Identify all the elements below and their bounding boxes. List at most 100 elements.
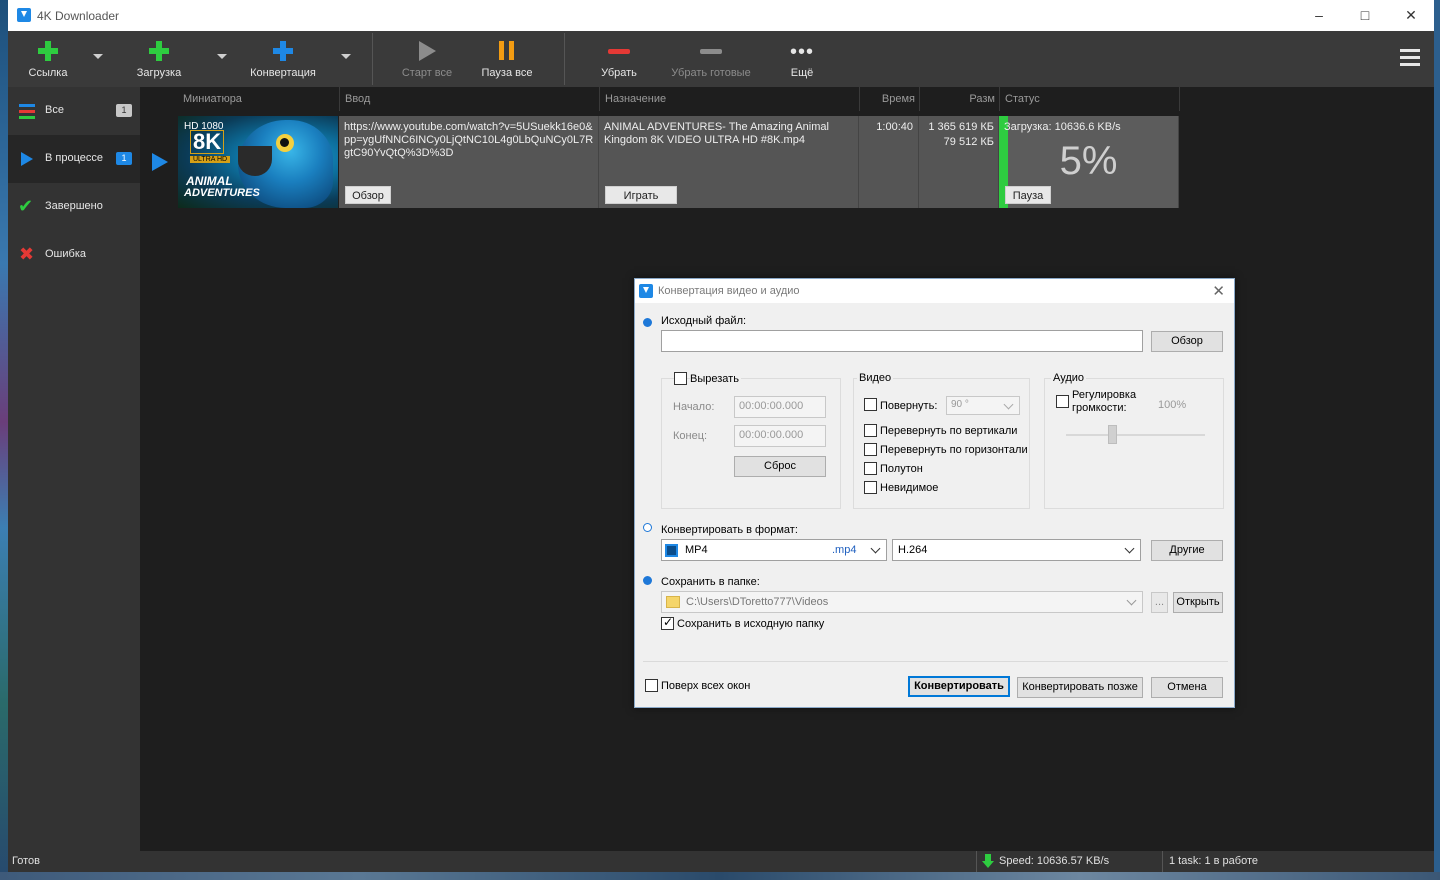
source-file-input[interactable] bbox=[661, 330, 1143, 352]
toolbar-divider bbox=[564, 33, 565, 85]
input-cell: https://www.youtube.com/watch?v=5USuekk1… bbox=[339, 116, 599, 208]
duration: 1:00:40 bbox=[876, 121, 913, 133]
sidebar-item-in-progress[interactable]: В процессе 1 bbox=[8, 135, 140, 183]
chevron-down-icon bbox=[1124, 543, 1135, 554]
codec-select[interactable]: H.264 bbox=[892, 539, 1141, 561]
more-dots-icon: ••• bbox=[790, 41, 815, 63]
volume-slider-handle[interactable] bbox=[1108, 425, 1117, 444]
more-label: Ещё bbox=[790, 67, 814, 79]
always-on-top-checkbox[interactable] bbox=[645, 679, 658, 692]
maximize-button[interactable]: □ bbox=[1342, 0, 1388, 31]
column-header-destination[interactable]: Назначение bbox=[600, 87, 860, 111]
download-arrow-icon bbox=[982, 854, 994, 868]
sidebar-item-label: Ошибка bbox=[45, 248, 86, 260]
other-formats-button[interactable]: Другие bbox=[1151, 540, 1223, 561]
remove-button[interactable]: Убрать bbox=[590, 31, 648, 87]
convert-later-button[interactable]: Конвертировать позже bbox=[1017, 677, 1143, 698]
open-folder-button[interactable]: Открыть bbox=[1173, 592, 1223, 613]
save-folder-select[interactable]: C:\Users\DToretto777\Videos bbox=[661, 591, 1143, 613]
halftone-checkbox[interactable] bbox=[864, 462, 877, 475]
source-radio[interactable] bbox=[643, 318, 652, 327]
hamburger-menu-icon[interactable] bbox=[1400, 49, 1420, 67]
convert-button[interactable]: Конвертация bbox=[244, 31, 322, 87]
source-browse-button[interactable]: Обзор bbox=[1151, 331, 1223, 352]
film-icon bbox=[665, 544, 678, 557]
start-all-button[interactable]: Старт все bbox=[394, 31, 460, 87]
sidebar-item-label: В процессе bbox=[45, 152, 103, 164]
play-icon bbox=[21, 152, 33, 166]
rotate-checkbox[interactable] bbox=[864, 398, 877, 411]
cut-checkbox[interactable] bbox=[674, 372, 687, 385]
title-bar[interactable]: 4K Downloader – □ ✕ bbox=[8, 0, 1434, 31]
convert-label: Конвертация bbox=[250, 67, 316, 79]
convert-now-button[interactable]: Конвертировать bbox=[908, 676, 1010, 697]
flip-vertical-label: Перевернуть по вертикали bbox=[880, 425, 1018, 437]
sidebar-item-completed[interactable]: ✔ Завершено bbox=[8, 183, 140, 231]
rotate-label: Повернуть: bbox=[880, 400, 938, 412]
sidebar-item-label: Завершено bbox=[45, 200, 103, 212]
format-radio[interactable] bbox=[643, 523, 652, 532]
start-time-input[interactable]: 00:00:00.000 bbox=[734, 396, 826, 418]
reset-button[interactable]: Сброс bbox=[734, 456, 826, 477]
more-button[interactable]: ••• Ещё bbox=[780, 31, 824, 87]
column-header-size[interactable]: Разм bbox=[920, 87, 1000, 111]
status-divider bbox=[976, 851, 977, 872]
active-row-indicator-icon bbox=[152, 153, 168, 171]
video-thumbnail[interactable]: HD 1080 8K ULTRA HD ANIMAL ADVENTURES bbox=[178, 116, 338, 208]
window-title: 4K Downloader bbox=[37, 9, 120, 23]
column-header-time[interactable]: Время bbox=[860, 87, 920, 111]
close-button[interactable]: ✕ bbox=[1388, 0, 1434, 31]
add-link-button[interactable]: Ссылка bbox=[18, 31, 78, 87]
cancel-button[interactable]: Отмена bbox=[1151, 677, 1223, 698]
pause-button[interactable]: Пауза bbox=[1005, 186, 1051, 204]
table-row[interactable]: HD 1080 8K ULTRA HD ANIMAL ADVENTURES ht… bbox=[178, 116, 1179, 208]
invisible-checkbox[interactable] bbox=[864, 481, 877, 494]
play-button[interactable]: Играть bbox=[605, 186, 677, 204]
toolbar-divider bbox=[372, 33, 373, 85]
start-all-label: Старт все bbox=[401, 67, 453, 79]
save-to-source-checkbox[interactable] bbox=[661, 615, 674, 630]
end-time-input[interactable]: 00:00:00.000 bbox=[734, 425, 826, 447]
thumb-title-line1: ANIMAL bbox=[186, 174, 233, 188]
sidebar-item-error[interactable]: ✖ Ошибка bbox=[8, 231, 140, 279]
input-url: https://www.youtube.com/watch?v=5USuekk1… bbox=[344, 121, 594, 159]
format-container-select[interactable]: MP4 .mp4 bbox=[661, 539, 887, 561]
sidebar-item-all[interactable]: Все 1 bbox=[8, 87, 140, 135]
download-dropdown-arrow[interactable] bbox=[217, 54, 227, 59]
rotate-select[interactable]: 90 ° bbox=[946, 396, 1020, 415]
browse-folder-button[interactable]: ... bbox=[1151, 592, 1168, 613]
volume-checkbox[interactable] bbox=[1056, 395, 1069, 408]
status-text: Загрузка: 10636.6 KB/s bbox=[1004, 121, 1121, 133]
video-group-label: Видео bbox=[857, 372, 894, 384]
column-header-thumbnail[interactable]: Миниатюра bbox=[178, 87, 340, 111]
status-speed: Speed: 10636.57 KB/s bbox=[999, 855, 1110, 867]
status-ready: Готов bbox=[12, 855, 40, 867]
remove-label: Убрать bbox=[601, 67, 637, 79]
convert-dropdown-arrow[interactable] bbox=[341, 54, 351, 59]
status-cell: Загрузка: 10636.6 KB/s 5% Пауза bbox=[999, 116, 1179, 208]
volume-value: 100% bbox=[1158, 399, 1187, 411]
flip-horizontal-label: Перевернуть по горизонтали bbox=[880, 444, 1028, 456]
dialog-close-button[interactable]: ✕ bbox=[1212, 282, 1225, 300]
dialog-title-bar[interactable]: Конвертация видео и аудио ✕ bbox=[635, 279, 1234, 303]
column-header-input[interactable]: Ввод bbox=[340, 87, 600, 111]
status-tasks: 1 task: 1 в работе bbox=[1169, 855, 1258, 867]
flip-horizontal-checkbox[interactable] bbox=[864, 443, 877, 456]
link-dropdown-arrow[interactable] bbox=[93, 54, 103, 59]
end-time-label: Конец: bbox=[673, 430, 708, 442]
chevron-down-icon bbox=[1003, 399, 1014, 410]
pause-all-button[interactable]: Пауза все bbox=[474, 31, 540, 87]
save-radio[interactable] bbox=[643, 576, 652, 585]
source-file-label: Исходный файл: bbox=[661, 315, 747, 327]
parrot-pupil bbox=[280, 138, 289, 147]
flip-vertical-checkbox[interactable] bbox=[864, 424, 877, 437]
download-button[interactable]: Загрузка bbox=[128, 31, 190, 87]
browse-button[interactable]: Обзор bbox=[345, 186, 391, 204]
remove-done-button[interactable]: Убрать готовые bbox=[664, 31, 758, 87]
audio-group-label: Аудио bbox=[1051, 372, 1087, 384]
rotate-value: 90 ° bbox=[951, 399, 969, 410]
column-header-status[interactable]: Статус bbox=[1000, 87, 1180, 111]
pause-all-label: Пауза все bbox=[481, 67, 533, 79]
minimize-button[interactable]: – bbox=[1296, 0, 1342, 31]
volume-slider-track[interactable] bbox=[1066, 434, 1205, 436]
